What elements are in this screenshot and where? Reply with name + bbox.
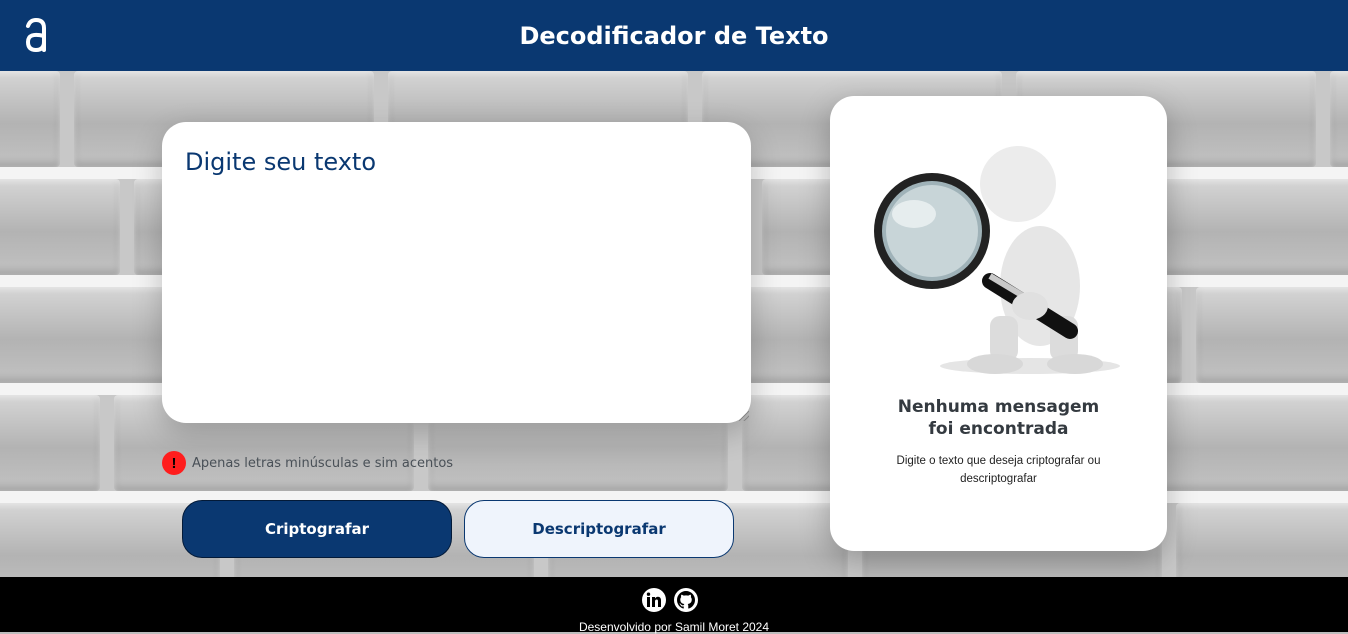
github-icon[interactable]	[674, 588, 698, 612]
text-input[interactable]	[162, 122, 751, 423]
resize-handle-icon[interactable]	[739, 411, 749, 421]
page-title: Decodificador de Texto	[519, 21, 829, 50]
footer: Desenvolvido por Samil Moret 2024	[0, 577, 1348, 634]
text-input-card	[162, 122, 751, 423]
exclamation-icon: !	[162, 451, 186, 475]
linkedin-icon[interactable]	[642, 588, 666, 612]
output-title-line2: foi encontrada	[928, 419, 1069, 439]
app-header: Decodificador de Texto	[0, 0, 1348, 71]
input-hint: ! Apenas letras minúsculas e sim acentos	[162, 451, 453, 475]
decrypt-button[interactable]: Descriptografar	[464, 500, 734, 558]
output-description: Digite o texto que deseja criptografar o…	[896, 455, 1101, 485]
encrypt-button[interactable]: Criptografar	[182, 500, 452, 558]
hint-text: Apenas letras minúsculas e sim acentos	[192, 455, 454, 471]
output-title-line1: Nenhuma mensagem	[897, 397, 1100, 417]
output-card: Nenhuma mensagem foi encontrada Digite o…	[830, 96, 1167, 551]
magnifying-glass-figure-icon	[874, 146, 1120, 374]
alura-a-logo-icon[interactable]	[24, 18, 48, 52]
output-title: Nenhuma mensagem foi encontrada	[830, 396, 1167, 440]
social-links	[642, 588, 698, 612]
